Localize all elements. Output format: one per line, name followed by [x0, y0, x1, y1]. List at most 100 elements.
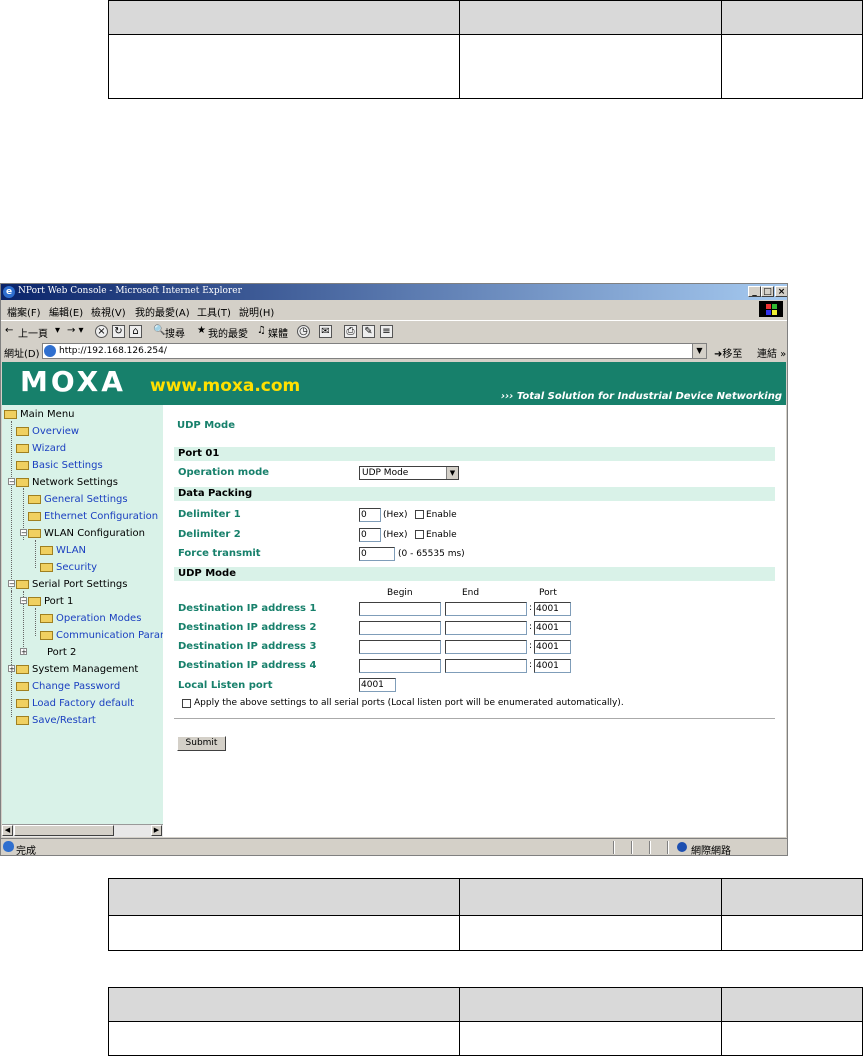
scroll-right-icon[interactable]: ▶ [151, 825, 162, 836]
tree-system-management[interactable]: System Management [16, 664, 138, 676]
menu-view[interactable]: 檢視(V) [91, 304, 126, 319]
minimize-button[interactable]: _ [748, 286, 761, 297]
tree-port-2[interactable]: Port 2 [47, 647, 76, 659]
expand-port1-icon[interactable]: − [20, 597, 27, 605]
refresh-icon[interactable]: ↻ [112, 325, 125, 338]
delimiter1-enable-checkbox[interactable] [415, 510, 424, 519]
mail-icon[interactable]: ✉ [319, 325, 332, 338]
address-dropdown-icon[interactable]: ▼ [692, 344, 706, 358]
destination-end-input[interactable] [445, 640, 527, 654]
links-button[interactable]: 連結 » [757, 345, 786, 360]
tree-port-1[interactable]: Port 1 [28, 596, 73, 608]
stop-icon[interactable]: × [95, 325, 108, 338]
scroll-thumb[interactable] [14, 825, 114, 836]
tree-communication-params[interactable]: Communication Paran [40, 630, 163, 642]
back-button[interactable]: 上一頁 [18, 325, 48, 340]
destination-label: Destination IP address 2 [178, 622, 317, 633]
submit-button[interactable]: Submit [177, 736, 226, 751]
search-icon[interactable]: 🔍 [153, 325, 165, 336]
sidebar-hscrollbar[interactable]: ◀ ▶ [2, 824, 163, 837]
tree-label: Main Menu [20, 409, 75, 420]
go-button[interactable]: ➜移至 [714, 345, 742, 360]
favorites-button[interactable]: 我的最愛 [208, 325, 248, 340]
address-bar: 網址(D) http://192.168.126.254/ ▼ ➜移至 連結 » [1, 341, 787, 361]
home-icon[interactable]: ⌂ [129, 325, 142, 338]
destination-port-input[interactable]: 4001 [534, 602, 571, 616]
colon: : [529, 622, 533, 632]
tree-change-password[interactable]: Change Password [16, 681, 120, 693]
delimiter2-input[interactable]: 0 [359, 528, 381, 542]
destination-end-input[interactable] [445, 659, 527, 673]
history-icon[interactable]: ◷ [297, 325, 310, 338]
tree-wlan-configuration[interactable]: WLAN Configuration [28, 528, 145, 540]
close-button[interactable]: × [775, 286, 787, 297]
tree-wlan[interactable]: WLAN [40, 545, 86, 557]
back-dropdown-icon[interactable]: ▾ [55, 325, 60, 336]
address-input[interactable]: http://192.168.126.254/ ▼ [42, 343, 707, 359]
local-listen-input[interactable]: 4001 [359, 678, 396, 692]
menu-tools[interactable]: 工具(T) [197, 304, 231, 319]
back-arrow-icon[interactable]: ← [5, 325, 13, 336]
media-button[interactable]: 媒體 [268, 325, 288, 340]
col-port: Port [539, 588, 557, 598]
forward-icon[interactable]: → ▾ [67, 325, 84, 336]
banner-tagline: ››› Total Solution for Industrial Device… [500, 391, 782, 402]
maximize-button[interactable]: □ [761, 286, 774, 297]
destination-port-input[interactable]: 4001 [534, 640, 571, 654]
destination-begin-input[interactable] [359, 602, 441, 616]
tree-security[interactable]: Security [40, 562, 97, 574]
menu-file[interactable]: 檔案(F) [7, 304, 41, 319]
title-bar: e NPort Web Console - Microsoft Internet… [1, 284, 787, 300]
tree-load-factory-default[interactable]: Load Factory default [16, 698, 134, 710]
status-divider [649, 841, 651, 854]
destination-end-input[interactable] [445, 621, 527, 635]
scroll-left-icon[interactable]: ◀ [2, 825, 13, 836]
destination-port-input[interactable]: 4001 [534, 621, 571, 635]
search-button[interactable]: 搜尋 [165, 325, 185, 340]
folder-open-icon [28, 529, 41, 538]
destination-end-input[interactable] [445, 602, 527, 616]
tree-main-menu[interactable]: Main Menu [4, 409, 75, 421]
menu-edit[interactable]: 編輯(E) [49, 304, 83, 319]
expand-port2-icon[interactable]: + [20, 648, 27, 656]
operation-mode-select[interactable]: UDP Mode ▼ [359, 466, 459, 480]
delimiter2-enable-checkbox[interactable] [415, 530, 424, 539]
apply-all-checkbox[interactable] [182, 699, 191, 708]
menu-help[interactable]: 說明(H) [239, 304, 274, 319]
banner-url[interactable]: www.moxa.com [150, 376, 300, 396]
tree-operation-modes[interactable]: Operation Modes [40, 613, 141, 625]
destination-begin-input[interactable] [359, 640, 441, 654]
hex-unit: (Hex) [383, 510, 408, 520]
tree-basic-settings[interactable]: Basic Settings [16, 460, 103, 472]
sidebar-tree: − − − − + + Main Menu Overview Wizard Ba… [2, 405, 163, 837]
main-content: UDP Mode Port 01 Operation mode UDP Mode… [163, 405, 786, 837]
delimiter1-label: Delimiter 1 [178, 509, 241, 520]
edit-icon[interactable]: ✎ [362, 325, 375, 338]
chevron-down-icon: ▼ [446, 467, 458, 479]
delimiter1-input[interactable]: 0 [359, 508, 381, 522]
tree-wizard[interactable]: Wizard [16, 443, 66, 455]
tree-general-settings[interactable]: General Settings [28, 494, 128, 506]
destination-begin-input[interactable] [359, 659, 441, 673]
tree-serial-port-settings[interactable]: Serial Port Settings [16, 579, 128, 591]
menu-favorites[interactable]: 我的最愛(A) [135, 304, 190, 319]
destination-begin-input[interactable] [359, 621, 441, 635]
expand-system-icon[interactable]: + [8, 665, 15, 673]
expand-network-icon[interactable]: − [8, 478, 15, 486]
expand-wlan-icon[interactable]: − [20, 529, 27, 537]
media-icon[interactable]: ♫ [257, 325, 266, 336]
tree-label: Change Password [32, 681, 121, 692]
tree-network-settings[interactable]: Network Settings [16, 477, 118, 489]
print-icon[interactable]: ⎙ [344, 325, 357, 338]
discuss-icon[interactable]: ≡ [380, 325, 393, 338]
tree-save-restart[interactable]: Save/Restart [16, 715, 96, 727]
favorites-icon[interactable]: ★ [197, 325, 206, 336]
expand-serial-icon[interactable]: − [8, 580, 15, 588]
destination-port-input[interactable]: 4001 [534, 659, 571, 673]
force-transmit-input[interactable]: 0 [359, 547, 395, 561]
toolbar: ← 上一頁 ▾ → ▾ × ↻ ⌂ 🔍 搜尋 ★ 我的最愛 ♫ 媒體 ◷ ✉ ⎙… [1, 320, 787, 342]
page-title: UDP Mode [177, 420, 235, 431]
tree-overview[interactable]: Overview [16, 426, 79, 438]
tree-ethernet-configuration[interactable]: Ethernet Configuration [28, 511, 158, 523]
delimiter2-label: Delimiter 2 [178, 529, 241, 540]
